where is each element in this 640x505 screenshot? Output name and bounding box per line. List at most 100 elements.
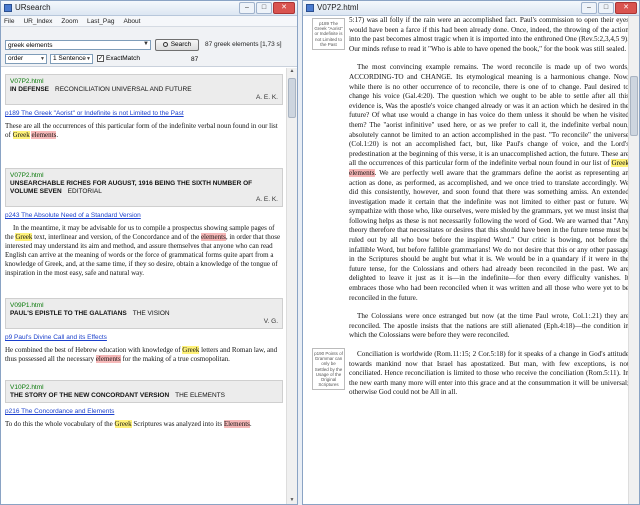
highlight-greek: Greek: [114, 420, 132, 428]
result-item: V07P2.html IN DEFENSE RECONCILIATION UNIV…: [5, 74, 283, 140]
result-article: EDITORIAL: [67, 188, 102, 195]
doc-text: . We are perfectly well aware that the g…: [349, 168, 628, 302]
highlight-elements: elements: [31, 131, 57, 139]
search-button[interactable]: Search: [155, 39, 199, 51]
result-issue: UNSEARCHABLE RICHES FOR AUGUST, 1916 BEI…: [10, 180, 253, 195]
result-page-link[interactable]: p216 The Concordance and Elements: [5, 408, 283, 415]
chevron-down-icon: ▼: [86, 56, 91, 62]
result-header: V07P2.html UNSEARCHABLE RICHES FOR AUGUS…: [5, 168, 283, 207]
search-window-titlebar[interactable]: URsearch – □ ✕: [1, 1, 297, 16]
search-button-label: Search: [170, 41, 192, 48]
result-file: V10P2.html: [10, 384, 44, 391]
result-issue: IN DEFENSE: [10, 86, 50, 93]
close-icon[interactable]: ✕: [273, 2, 295, 14]
sentence-select-value: 1 Sentence: [53, 55, 86, 62]
maximize-icon[interactable]: □: [598, 2, 614, 14]
close-icon[interactable]: ✕: [615, 2, 637, 14]
result-snippet: In the meantime, it may be advisable for…: [5, 224, 283, 278]
result-file: V07P2.html: [10, 172, 44, 179]
document-scrollbar[interactable]: [628, 16, 639, 504]
scroll-thumb[interactable]: [288, 78, 296, 118]
result-author: A. E. K.: [255, 196, 278, 203]
document-text: 5:17) was all folly if the rain were an …: [349, 16, 628, 407]
margin-note[interactable]: p189 The Greek "Aorist" or Indefinite is…: [312, 18, 345, 51]
maximize-icon[interactable]: □: [256, 2, 272, 14]
document-body: p189 The Greek "Aorist" or Indefinite is…: [303, 16, 628, 504]
result-file: V07P2.html: [10, 78, 44, 85]
result-info: 87 greek elements [1,73 s]: [205, 41, 282, 48]
snippet-text: He combined the best of Hebrew education…: [5, 346, 183, 354]
menu-zoom[interactable]: Zoom: [61, 16, 78, 26]
result-page-link[interactable]: p189 The Greek "Aorist" or Indefinite is…: [5, 110, 283, 117]
search-history-dropdown-icon[interactable]: ▼: [143, 41, 149, 47]
highlight-greek: Greek: [15, 233, 33, 241]
results-list: V07P2.html IN DEFENSE RECONCILIATION UNIV…: [1, 68, 287, 504]
doc-paragraph: 5:17) was all folly if the rain were an …: [349, 16, 628, 53]
window-controls: – □ ✕: [581, 2, 637, 14]
search-icon: [162, 42, 168, 47]
result-header: V09P1.html PAUL'S EPISTLE TO THE GALATIA…: [5, 298, 283, 329]
result-issue: PAUL'S EPISTLE TO THE GALATIANS: [10, 310, 127, 317]
result-count: 87: [191, 56, 199, 63]
result-issue: THE STORY OF THE NEW CONCORDANT VERSION: [10, 392, 170, 399]
chevron-down-icon: ▼: [40, 56, 45, 62]
exact-match-checkbox[interactable]: ✓: [97, 55, 104, 62]
app-icon: [4, 4, 12, 12]
result-item: V09P1.html PAUL'S EPISTLE TO THE GALATIA…: [5, 298, 283, 364]
result-author: A. E. K.: [255, 94, 278, 101]
document-icon: [306, 4, 314, 12]
scroll-down-icon[interactable]: ▼: [287, 497, 297, 504]
search-toolbar: ▼ Search 87 greek elements [1,73 s] orde…: [1, 27, 297, 67]
search-window-title: URsearch: [15, 3, 51, 12]
exact-match-option[interactable]: ✓ ExactMatch: [97, 55, 140, 62]
search-input[interactable]: [5, 40, 151, 50]
snippet-text: .: [56, 131, 59, 139]
menu-file[interactable]: File: [4, 16, 14, 26]
scroll-thumb[interactable]: [630, 76, 638, 136]
sentence-select[interactable]: 1 Sentence ▼: [50, 54, 93, 64]
result-header: V10P2.html THE STORY OF THE NEW CONCORDA…: [5, 380, 283, 403]
doc-text: The most convincing example remains. The…: [349, 63, 628, 168]
doc-paragraph: The most convincing example remains. The…: [349, 63, 628, 303]
menu-ur-index[interactable]: UR_Index: [23, 16, 52, 26]
result-article: THE ELEMENTS: [175, 392, 225, 399]
snippet-text: To do this the whole vocabulary of the: [5, 420, 115, 428]
result-file: V09P1.html: [10, 302, 44, 309]
document-window: V07P2.html – □ ✕ p189 The Greek "Aorist"…: [302, 0, 640, 505]
menu-last-pag[interactable]: Last_Pag: [87, 16, 114, 26]
margin-note[interactable]: p190 Points of Grammar can only be Settl…: [312, 348, 345, 391]
highlight-elements: elements: [349, 168, 375, 177]
result-snippet: He combined the best of Hebrew education…: [5, 346, 283, 364]
highlight-greek: Greek: [182, 346, 200, 354]
doc-paragraph: The Colossians were once estranged but n…: [349, 312, 628, 340]
highlight-elements: elements: [95, 355, 121, 363]
snippet-text: .: [249, 420, 252, 428]
order-select-value: order: [8, 55, 24, 62]
highlight-greek: Greek: [12, 131, 30, 139]
menu-about[interactable]: About: [123, 16, 140, 26]
highlight-elements: Elements: [223, 420, 250, 428]
result-article: RECONCILIATION UNIVERSAL AND FUTURE: [55, 86, 192, 93]
window-controls: – □ ✕: [239, 2, 295, 14]
snippet-text: Scriptures was analyzed into its: [131, 420, 224, 428]
exact-match-label: ExactMatch: [106, 55, 140, 62]
result-page-link[interactable]: p9 Paul's Divine Call and its Effects: [5, 334, 283, 341]
results-scrollbar[interactable]: ▲ ▼: [286, 68, 297, 504]
result-snippet: These are all the occurrences of this pa…: [5, 122, 283, 140]
minimize-icon[interactable]: –: [239, 2, 255, 14]
document-window-titlebar[interactable]: V07P2.html – □ ✕: [303, 1, 639, 16]
result-snippet: To do this the whole vocabulary of the G…: [5, 420, 283, 429]
search-window: URsearch – □ ✕ File UR_Index Zoom Last_P…: [0, 0, 298, 505]
result-item: V10P2.html THE STORY OF THE NEW CONCORDA…: [5, 380, 283, 429]
highlight-elements: elements: [200, 233, 226, 241]
minimize-icon[interactable]: –: [581, 2, 597, 14]
menu-bar: File UR_Index Zoom Last_Pag About: [1, 16, 297, 27]
result-author: V. G.: [263, 318, 278, 325]
document-window-title: V07P2.html: [317, 3, 359, 12]
snippet-text: text, interlinear and version, of the Co…: [32, 233, 201, 241]
result-item: V07P2.html UNSEARCHABLE RICHES FOR AUGUS…: [5, 168, 283, 278]
result-page-link[interactable]: p243 The Absolute Need of a Standard Ver…: [5, 212, 283, 219]
scroll-up-icon[interactable]: ▲: [287, 68, 297, 77]
order-select[interactable]: order ▼: [5, 54, 47, 64]
snippet-text: for the making of a true cosmopolitan.: [120, 355, 230, 363]
